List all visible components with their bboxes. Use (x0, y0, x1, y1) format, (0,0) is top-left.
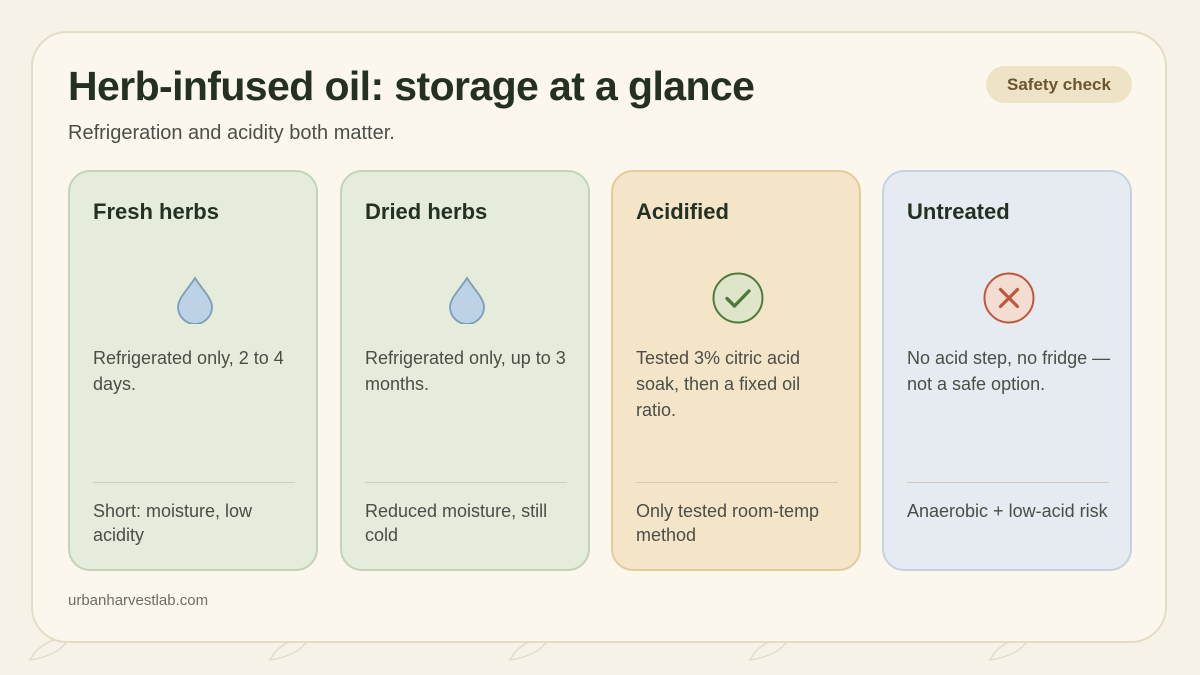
card-untreated: Untreated No acid step, no fridge — not … (882, 170, 1132, 571)
card-note: Short: moisture, low acidity (93, 501, 253, 545)
card-divider (93, 482, 295, 483)
card-divider (907, 482, 1109, 483)
x-circle-icon (983, 272, 1035, 324)
card-title: Untreated (907, 199, 1010, 224)
card-description: No acid step, no fridge — not a safe opt… (907, 348, 1111, 394)
card-acidified: Acidified Tested 3% citric acid soak, th… (611, 170, 861, 571)
card-title: Acidified (636, 199, 729, 224)
safety-check-badge: Safety check (986, 66, 1132, 103)
card-divider (636, 482, 838, 483)
card-description: Refrigerated only, up to 3 months. (365, 348, 566, 394)
card-fresh-herbs: Fresh herbs Refrigerated only, 2 to 4 da… (68, 170, 318, 571)
card-description: Refrigerated only, 2 to 4 days. (93, 348, 284, 394)
page-subtitle: Refrigeration and acidity both matter. (68, 122, 395, 144)
card-title: Dried herbs (365, 199, 488, 224)
card-description: Tested 3% citric acid soak, then a fixed… (636, 348, 801, 420)
card-note: Only tested room-temp method (636, 501, 820, 545)
card-note: Reduced moisture, still cold (365, 501, 548, 545)
water-drop-icon (441, 272, 493, 324)
card-divider (365, 482, 567, 483)
card-dried-herbs: Dried herbs Refrigerated only, up to 3 m… (340, 170, 590, 571)
card-note: Anaerobic + low-acid risk (907, 501, 1108, 521)
water-drop-icon (169, 272, 221, 324)
source-credit: urbanharvestlab.com (68, 592, 209, 609)
card-title: Fresh herbs (93, 199, 219, 224)
check-circle-icon (712, 272, 764, 324)
page-title: Herb-infused oil: storage at a glance (68, 63, 755, 109)
